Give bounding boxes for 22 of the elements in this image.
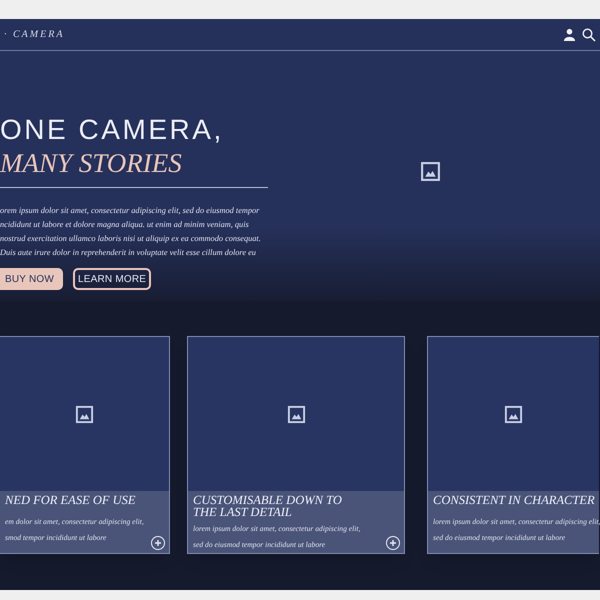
feature-title: NED FOR EASE OF USE xyxy=(5,494,137,506)
image-icon xyxy=(286,404,306,424)
image-icon xyxy=(420,161,440,182)
hero-paragraph-line: ncididunt ut labore et dolore magna aliqua. ut enim ad minim veniam, quis xyxy=(0,219,250,231)
hero-paragraph-line: orem ipsum dolor sit amet, consectetur adipiscing elit, sed do eiusmod tempor xyxy=(0,205,260,217)
plus-icon xyxy=(389,539,397,547)
image-icon xyxy=(504,404,523,424)
learn-more-button[interactable]: LEARN MORE xyxy=(73,268,152,290)
plus-button[interactable] xyxy=(386,536,400,550)
buy-button[interactable]: BUY NOW xyxy=(0,268,63,290)
hero-title: ONE CAMERA, xyxy=(0,114,225,146)
hero-paragraph-line: nostrud exercitation ullamco laboris nisi ut aliquip ex ea commodo consequat. xyxy=(0,233,262,245)
search-icon[interactable] xyxy=(582,28,596,42)
plus-button[interactable] xyxy=(151,536,165,550)
image-icon xyxy=(75,404,94,424)
feature-title: CONSISTENT IN CHARACTER xyxy=(433,494,594,506)
hero-paragraph-line: Duis aute irure dolor in reprehenderit in voluptate velit esse cillum dolore eu xyxy=(0,247,257,259)
feature-title: CUSTOMISABLE DOWN TO THE LAST DETAIL xyxy=(193,494,343,518)
plus-icon xyxy=(154,539,162,547)
user-icon[interactable] xyxy=(563,28,576,41)
hero-subtitle: MANY STORIES xyxy=(0,147,183,180)
brand-text: · CAMERA xyxy=(4,28,64,42)
